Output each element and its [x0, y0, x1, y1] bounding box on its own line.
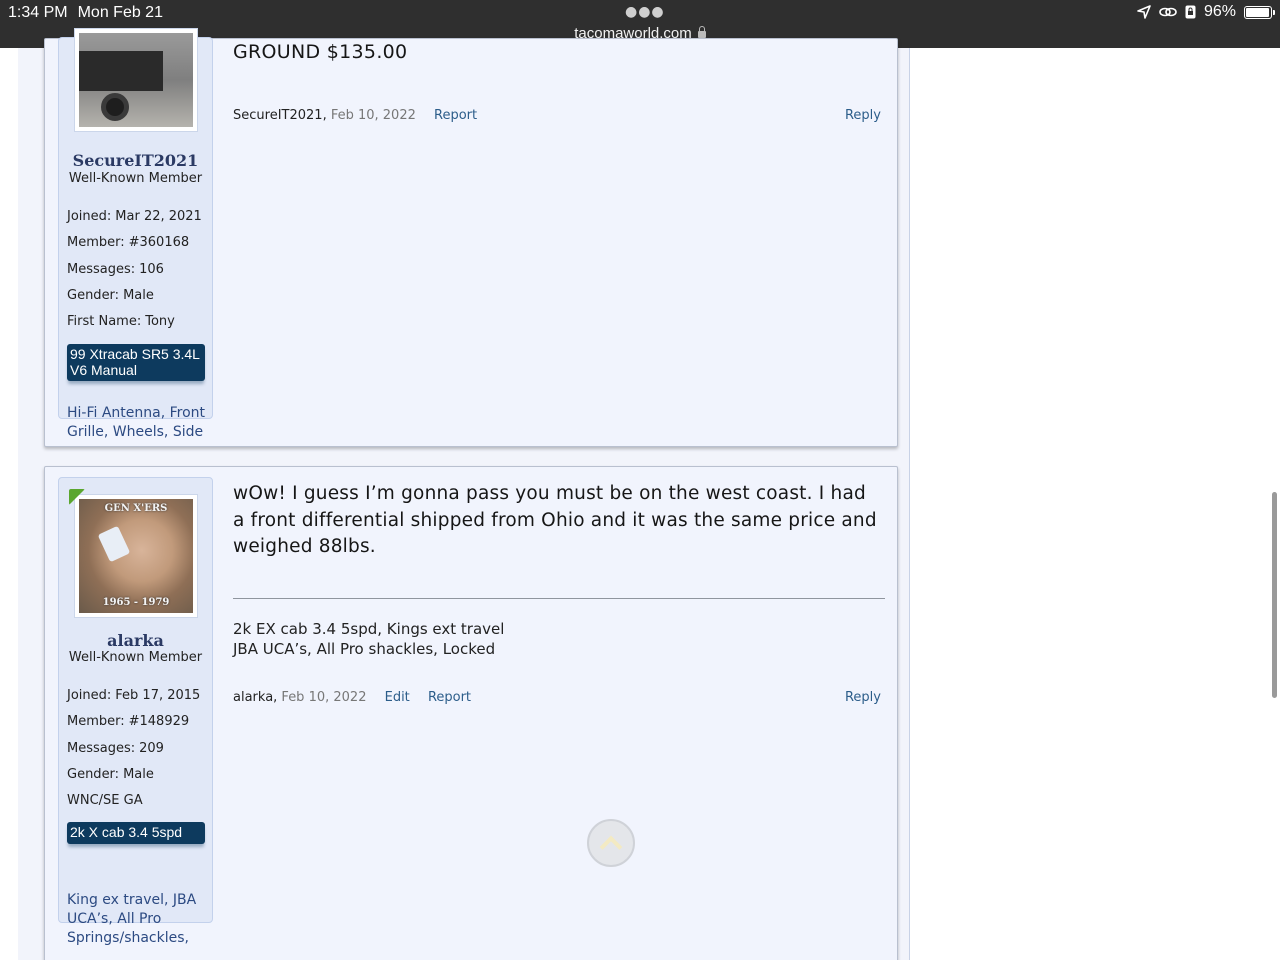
- vehicle-mods: Hi-Fi Antenna, Front Grille, Wheels, Sid…: [67, 405, 206, 440]
- stat-label: Joined:: [67, 688, 112, 703]
- stat-member: Member: #360168: [67, 235, 202, 261]
- stat-value[interactable]: 106: [139, 262, 164, 277]
- post-date[interactable]: Feb 10, 2022: [331, 108, 416, 123]
- lock-icon: [697, 26, 706, 38]
- stat-location: WNC/SE GA: [67, 793, 200, 819]
- avatar-cup: [97, 525, 131, 563]
- avatar[interactable]: GEN X'ERS 1965 - 1979: [69, 489, 198, 618]
- stat-messages: Messages: 209: [67, 741, 200, 767]
- link-icon: [1159, 5, 1177, 19]
- signature-divider: [233, 598, 885, 599]
- battery-percent: 96%: [1203, 3, 1236, 20]
- username-link[interactable]: alarka: [59, 631, 212, 650]
- battery-icon: [1244, 5, 1275, 19]
- stat-label: Gender:: [67, 766, 120, 782]
- reply-button[interactable]: Reply: [845, 690, 881, 705]
- avatar-image: GEN X'ERS 1965 - 1979: [79, 499, 193, 613]
- signature-line: JBA UCA’s, All Pro shackles, Locked: [233, 640, 496, 658]
- stat-label: Member:: [67, 714, 125, 730]
- status-time-date: 1:34 PM Mon Feb 21: [8, 4, 163, 22]
- forum-thread[interactable]: SecureIT2021 Well-Known Member Joined: Ma…: [18, 28, 910, 960]
- report-link[interactable]: Report: [428, 690, 471, 705]
- stat-gender: Gender: Male: [67, 288, 202, 314]
- stat-label: Messages:: [67, 261, 136, 277]
- battery-fill: [1246, 7, 1270, 17]
- stat-label: Joined:: [67, 209, 112, 224]
- stat-value: Male: [123, 287, 154, 303]
- stat-messages: Messages: 106: [67, 262, 202, 288]
- post-meta: alarka, Feb 10, 2022 Edit Report: [233, 690, 472, 705]
- stat-value: #360168: [128, 235, 190, 251]
- orientation-lock-icon: [1185, 5, 1196, 19]
- vehicle-mods: King ex travel, JBA UCA’s, All Pro Sprin…: [67, 892, 197, 946]
- stat-value: Tony: [145, 314, 175, 330]
- stat-member: Member: #148929: [67, 714, 200, 740]
- avatar-image: [79, 33, 193, 127]
- multitasking-dots-icon[interactable]: ●●●: [625, 4, 665, 20]
- stat-value: #148929: [128, 714, 190, 730]
- status-date: Mon Feb 21: [77, 4, 163, 21]
- post-author-link[interactable]: SecureIT2021: [233, 108, 323, 123]
- page-scrollbar[interactable]: [1272, 492, 1277, 698]
- avatar-years-text: 1965 - 1979: [102, 597, 170, 608]
- stat-label: Gender:: [67, 287, 120, 303]
- user-title: Well-Known Member: [68, 171, 203, 186]
- stat-label: Messages:: [67, 740, 136, 756]
- stat-value: Mar 22, 2021: [115, 209, 202, 224]
- forum-post: GEN X'ERS 1965 - 1979 alarka Well-Known …: [44, 466, 898, 960]
- stat-value: Feb 17, 2015: [115, 688, 201, 703]
- stat-joined: Joined: Mar 22, 2021: [67, 209, 202, 235]
- vehicle-badge[interactable]: 2k X cab 3.4 5spd: [67, 822, 205, 844]
- vehicle-badge[interactable]: 99 Xtracab SR5 3.4L V6 Manual: [67, 344, 205, 381]
- chevron-up-icon: [599, 835, 623, 858]
- status-time: 1:34 PM: [8, 4, 68, 21]
- location-arrow-icon: [1137, 5, 1151, 19]
- post-meta: SecureIT2021, Feb 10, 2022 Report: [233, 108, 478, 123]
- avatar-logo-text: GEN X'ERS: [104, 503, 168, 514]
- signature: 2k EX cab 3.4 5spd, Kings ext travel JBA…: [233, 619, 504, 659]
- edit-link[interactable]: Edit: [385, 690, 410, 705]
- truck-body: [79, 51, 163, 91]
- status-indicators: 96%: [1137, 3, 1275, 21]
- user-stats: Joined: Feb 17, 2015 Member: #148929 Messa…: [67, 688, 200, 819]
- username-link[interactable]: SecureIT2021: [59, 151, 212, 170]
- post-message: GROUND $135.00: [233, 41, 408, 63]
- user-stats: Joined: Mar 22, 2021 Member: #360168 Messa…: [67, 209, 202, 340]
- stat-label: First Name:: [67, 314, 142, 330]
- post-author-link[interactable]: alarka: [233, 690, 273, 705]
- stat-joined: Joined: Feb 17, 2015: [67, 688, 200, 714]
- truck-tire: [101, 93, 129, 121]
- user-info-panel: GEN X'ERS 1965 - 1979 alarka Well-Known …: [58, 477, 213, 946]
- stat-first-name: First Name: Tony: [67, 314, 202, 340]
- reply-button[interactable]: Reply: [845, 108, 881, 123]
- user-info-panel: SecureIT2021 Well-Known Member Joined: Ma…: [58, 28, 213, 440]
- stat-label: Member:: [67, 235, 125, 251]
- forum-post: SecureIT2021 Well-Known Member Joined: Ma…: [44, 28, 898, 447]
- signature-line: 2k EX cab 3.4 5spd, Kings ext travel: [233, 620, 505, 638]
- stat-gender: Gender: Male: [67, 767, 200, 793]
- stat-value: Male: [123, 766, 154, 782]
- post-date[interactable]: Feb 10, 2022: [281, 690, 366, 705]
- stat-value[interactable]: 209: [139, 741, 164, 756]
- avatar[interactable]: [74, 28, 198, 132]
- scroll-to-top-button[interactable]: [587, 819, 635, 867]
- user-title: Well-Known Member: [68, 650, 203, 665]
- report-link[interactable]: Report: [434, 108, 477, 123]
- stat-label: WNC/SE GA: [67, 793, 143, 809]
- post-message: wOw! I guess I’m gonna pass you must be …: [233, 483, 877, 557]
